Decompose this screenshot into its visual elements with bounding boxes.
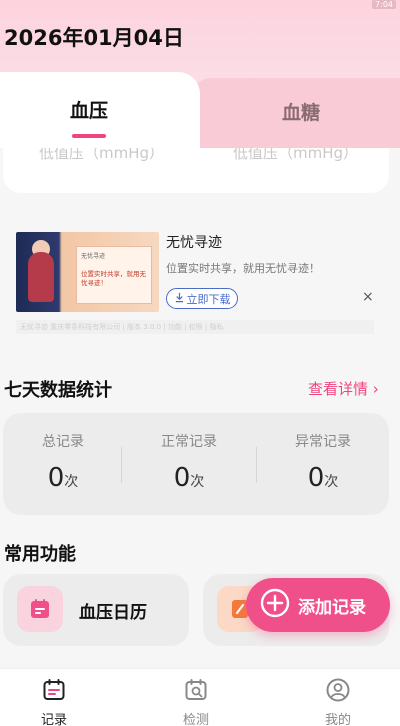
tab-active-indicator [72,134,106,138]
stat-abnormal-unit: 次 [324,474,339,490]
stats-card: 总记录 0次 正常记录 0次 异常记录 0次 [3,413,389,515]
stat-divider [256,447,257,483]
bp-calendar-card[interactable]: 血压日历 [3,574,189,646]
diastolic-label-2: 低值压（mmHg） [233,148,359,162]
ad-title: 无忧寻迹 [166,235,222,251]
tab-bar: 血压 血糖 [0,72,400,148]
ad-download-label: 立即下载 [186,292,231,306]
ad-footer-info: 无忧寻迹 重庆零条科技有限公司 | 版本 3.0.0 | 功能 | 权限 | 隐… [16,320,374,334]
functions-section-title: 常用功能 [4,544,76,565]
stat-normal-unit: 次 [190,474,205,490]
plus-circle-icon [260,588,290,622]
stat-total-value: 0次 [3,463,123,493]
ad-thumb-text-2: 位置实时共享，就用无忧寻迹！ [81,270,146,287]
page-title-date: 2026年01月04日 [4,26,184,50]
nav-label-records: 记录 [40,713,67,726]
stat-abnormal-label: 异常记录 [295,434,351,450]
stat-normal-value: 0次 [129,463,249,493]
nav-item-detect[interactable]: 检测 [156,677,236,726]
stat-total-number: 0 [47,463,65,493]
tab-blood-pressure-label[interactable]: 血压 [70,96,108,123]
stat-normal-number: 0 [173,463,191,493]
nav-label-mine: 我的 [324,713,351,726]
bottom-navigation: 记录 检测 我的 [0,668,400,726]
main-content: 低值压（mmHg） 低值压（mmHg） 无忧寻迹 位置实时共享，就用无忧寻迹！ … [0,148,400,668]
nav-item-records[interactable]: 记录 [14,677,94,726]
stat-abnormal-number: 0 [307,463,325,493]
ad-close-icon[interactable]: × [362,289,374,305]
ad-banner[interactable]: 无忧寻迹 位置实时共享，就用无忧寻迹！ 无忧寻迹 位置实时共享，就用无忧寻迹！ … [0,218,400,338]
blood-pressure-summary-card: 低值压（mmHg） 低值压（mmHg） [3,148,389,193]
stat-abnormal-value: 0次 [263,463,383,493]
ad-download-button[interactable]: 立即下载 [166,288,238,309]
ad-person-body [28,252,54,302]
calendar-icon [17,586,63,632]
stat-abnormal: 异常记录 0次 [263,431,383,493]
stat-total-unit: 次 [64,474,79,490]
stat-normal-label: 正常记录 [161,434,217,450]
view-details-link[interactable]: 查看详情 › [308,378,379,399]
user-icon [325,678,351,707]
ad-thumbnail-image[interactable]: 无忧寻迹 位置实时共享，就用无忧寻迹！ [16,232,159,312]
add-record-label: 添加记录 [298,597,366,618]
download-icon [174,292,185,306]
add-record-button[interactable]: 添加记录 [246,578,390,632]
stat-normal: 正常记录 0次 [129,431,249,493]
ad-description: 位置实时共享，就用无忧寻迹！ [166,262,320,275]
search-calendar-icon [183,679,209,707]
nav-item-mine[interactable]: 我的 [298,677,378,726]
ad-thumbnail-paper: 无忧寻迹 位置实时共享，就用无忧寻迹！ [76,246,152,304]
status-time: 7:04 [372,0,396,9]
stat-total: 总记录 0次 [3,431,123,493]
bp-calendar-label: 血压日历 [79,603,147,623]
ad-thumb-text-1: 无忧寻迹 [81,253,106,260]
stat-divider [121,447,122,483]
stat-total-label: 总记录 [42,434,84,450]
tab-blood-sugar-label[interactable]: 血糖 [282,98,320,125]
stats-section-title: 七天数据统计 [4,380,112,401]
nav-label-detect: 检测 [182,713,209,726]
calendar-icon [41,679,67,707]
diastolic-label: 低值压（mmHg） [39,148,165,162]
